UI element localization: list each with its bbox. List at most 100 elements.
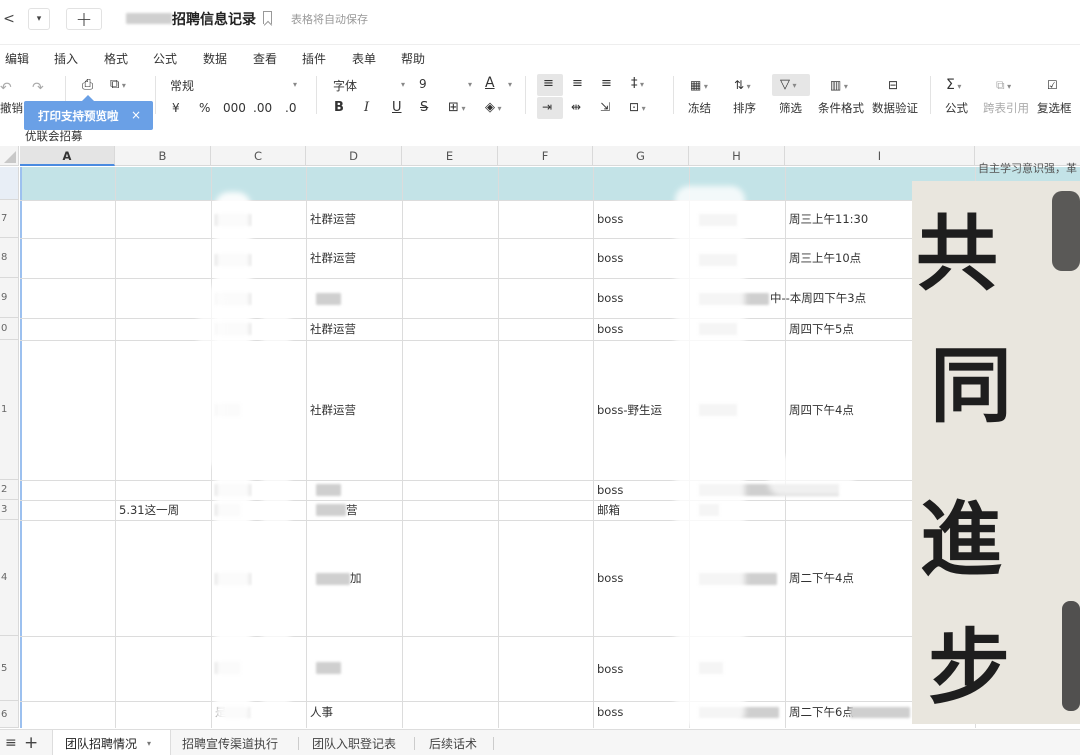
- sheet-list-icon[interactable]: ≡: [5, 730, 17, 755]
- table-cell[interactable]: 中--本周四下午3点: [770, 278, 866, 318]
- tab-team-recruitment[interactable]: 团队招聘情况 ▾: [52, 730, 171, 755]
- menu-formula[interactable]: 公式: [153, 50, 177, 67]
- fill-color-icon[interactable]: ◈ ▾: [485, 100, 502, 115]
- row-header[interactable]: 3: [0, 500, 19, 520]
- paint-format-icon[interactable]: ⧉ ▾: [110, 77, 126, 92]
- row-header[interactable]: 4: [0, 520, 19, 636]
- filter-icon[interactable]: ▽ ▾: [780, 77, 797, 92]
- menu-format[interactable]: 格式: [104, 50, 128, 67]
- checkbox-icon[interactable]: ☑: [1047, 78, 1058, 92]
- table-cell[interactable]: boss: [597, 278, 623, 318]
- number-format-select[interactable]: 常规: [170, 77, 194, 94]
- sort-button[interactable]: 排序: [733, 100, 756, 116]
- sort-icon[interactable]: ⇅ ▾: [734, 78, 751, 92]
- data-validation-button[interactable]: 数据验证: [872, 100, 918, 116]
- font-size-select[interactable]: 9: [419, 77, 427, 91]
- row-header[interactable]: 8: [0, 238, 19, 278]
- chevron-down-icon[interactable]: ▾: [401, 80, 405, 89]
- column-header-f[interactable]: F: [498, 146, 593, 166]
- column-header-d[interactable]: D: [306, 146, 402, 166]
- print-icon[interactable]: ⎙: [82, 77, 93, 93]
- italic-button[interactable]: I: [364, 100, 369, 115]
- freeze-button[interactable]: 冻结: [688, 100, 711, 116]
- sum-icon[interactable]: Σ ▾: [946, 77, 961, 93]
- align-left-icon[interactable]: ≡: [543, 76, 554, 91]
- table-cell[interactable]: 社群运营: [310, 238, 356, 278]
- percent-button[interactable]: %: [199, 101, 210, 115]
- column-header-a[interactable]: A: [20, 146, 115, 166]
- row-header[interactable]: 7: [0, 200, 19, 238]
- column-header-c[interactable]: C: [211, 146, 306, 166]
- table-cell[interactable]: 社群运营: [310, 340, 356, 480]
- row-header[interactable]: 1: [0, 340, 19, 480]
- table-cell[interactable]: boss: [597, 238, 623, 278]
- redo-icon[interactable]: ↷: [32, 80, 44, 96]
- column-header-h[interactable]: H: [689, 146, 785, 166]
- freeze-icon[interactable]: ▦ ▾: [690, 78, 708, 92]
- bold-button[interactable]: B: [334, 100, 344, 115]
- row-header[interactable]: 6: [0, 701, 19, 728]
- chevron-down-icon[interactable]: ▾: [293, 80, 297, 89]
- column-header-i[interactable]: I: [785, 146, 975, 166]
- overflow-text-icon[interactable]: ⇥: [542, 100, 552, 114]
- table-cell[interactable]: 周二下午4点: [789, 520, 854, 636]
- conditional-format-button[interactable]: 条件格式: [818, 100, 864, 116]
- checkbox-button[interactable]: 复选框: [1037, 100, 1072, 116]
- menu-help[interactable]: 帮助: [401, 50, 425, 67]
- filter-button[interactable]: 筛选: [779, 100, 802, 116]
- table-cell[interactable]: 社群运营: [310, 318, 356, 340]
- back-button[interactable]: <: [2, 8, 16, 30]
- table-cell[interactable]: 人事: [310, 701, 333, 723]
- formula-bar-content[interactable]: 优联会招募: [25, 128, 83, 144]
- clip-text-icon[interactable]: ⇲: [600, 100, 610, 114]
- select-all-corner[interactable]: [0, 146, 19, 166]
- table-cell[interactable]: 社群运营: [310, 200, 356, 238]
- row-header[interactable]: [0, 167, 19, 200]
- tooltip-close-icon[interactable]: ×: [131, 108, 141, 122]
- menu-view[interactable]: 查看: [253, 50, 277, 67]
- font-family-select[interactable]: 字体: [333, 77, 357, 94]
- row-header[interactable]: 9: [0, 278, 19, 318]
- row-header[interactable]: 0: [0, 318, 19, 340]
- table-cell[interactable]: 周三上午10点: [789, 238, 861, 278]
- table-cell[interactable]: 周二下午6点: [789, 701, 854, 723]
- bookmark-icon[interactable]: [263, 11, 272, 24]
- strikethrough-button[interactable]: S: [420, 100, 428, 115]
- cross-ref-icon[interactable]: ⧉ ▾: [996, 78, 1011, 93]
- underline-button[interactable]: U: [392, 100, 402, 115]
- align-right-icon[interactable]: ≡: [601, 76, 612, 91]
- tab-onboarding-register[interactable]: 团队入职登记表: [312, 730, 396, 755]
- table-cell[interactable]: boss: [597, 701, 623, 723]
- decimal-increase-button[interactable]: .00: [253, 101, 272, 115]
- vertical-align-icon[interactable]: ‡ ▾: [631, 76, 644, 91]
- table-cell[interactable]: 周四下午5点: [789, 318, 854, 340]
- conditional-format-icon[interactable]: ▥ ▾: [830, 78, 848, 92]
- data-validation-icon[interactable]: ⊟: [888, 78, 898, 92]
- menu-edit[interactable]: 编辑: [5, 50, 29, 67]
- table-cell[interactable]: boss: [597, 636, 623, 701]
- chevron-down-icon[interactable]: ▾: [508, 80, 512, 89]
- table-cell[interactable]: boss: [597, 318, 623, 340]
- row-header[interactable]: 5: [0, 636, 19, 701]
- table-cell[interactable]: 营: [346, 500, 358, 520]
- align-center-icon[interactable]: ≡: [572, 76, 583, 91]
- undo-label[interactable]: 撤销: [0, 100, 23, 116]
- chevron-down-icon[interactable]: ▾: [147, 739, 151, 748]
- menu-insert[interactable]: 插入: [54, 50, 78, 67]
- column-header-e[interactable]: E: [402, 146, 498, 166]
- wrap-text-icon[interactable]: ⇹: [571, 100, 581, 114]
- tab-recruitment-channels[interactable]: 招聘宣传渠道执行: [182, 730, 278, 755]
- chevron-down-icon[interactable]: ▾: [468, 80, 472, 89]
- menu-form[interactable]: 表单: [352, 50, 376, 67]
- table-cell[interactable]: 加: [350, 520, 362, 636]
- row-header[interactable]: 2: [0, 480, 19, 500]
- cross-ref-button[interactable]: 跨表引用: [983, 100, 1029, 116]
- currency-button[interactable]: ¥: [172, 101, 180, 115]
- thousands-button[interactable]: 000: [223, 101, 246, 115]
- table-cell[interactable]: 周三上午11:30: [789, 200, 868, 238]
- tab-followup-scripts[interactable]: 后续话术: [429, 730, 477, 755]
- menu-data[interactable]: 数据: [203, 50, 227, 67]
- add-sheet-button[interactable]: +: [24, 730, 38, 755]
- table-cell[interactable]: boss: [597, 520, 623, 636]
- merge-cells-icon[interactable]: ⊡ ▾: [629, 100, 646, 114]
